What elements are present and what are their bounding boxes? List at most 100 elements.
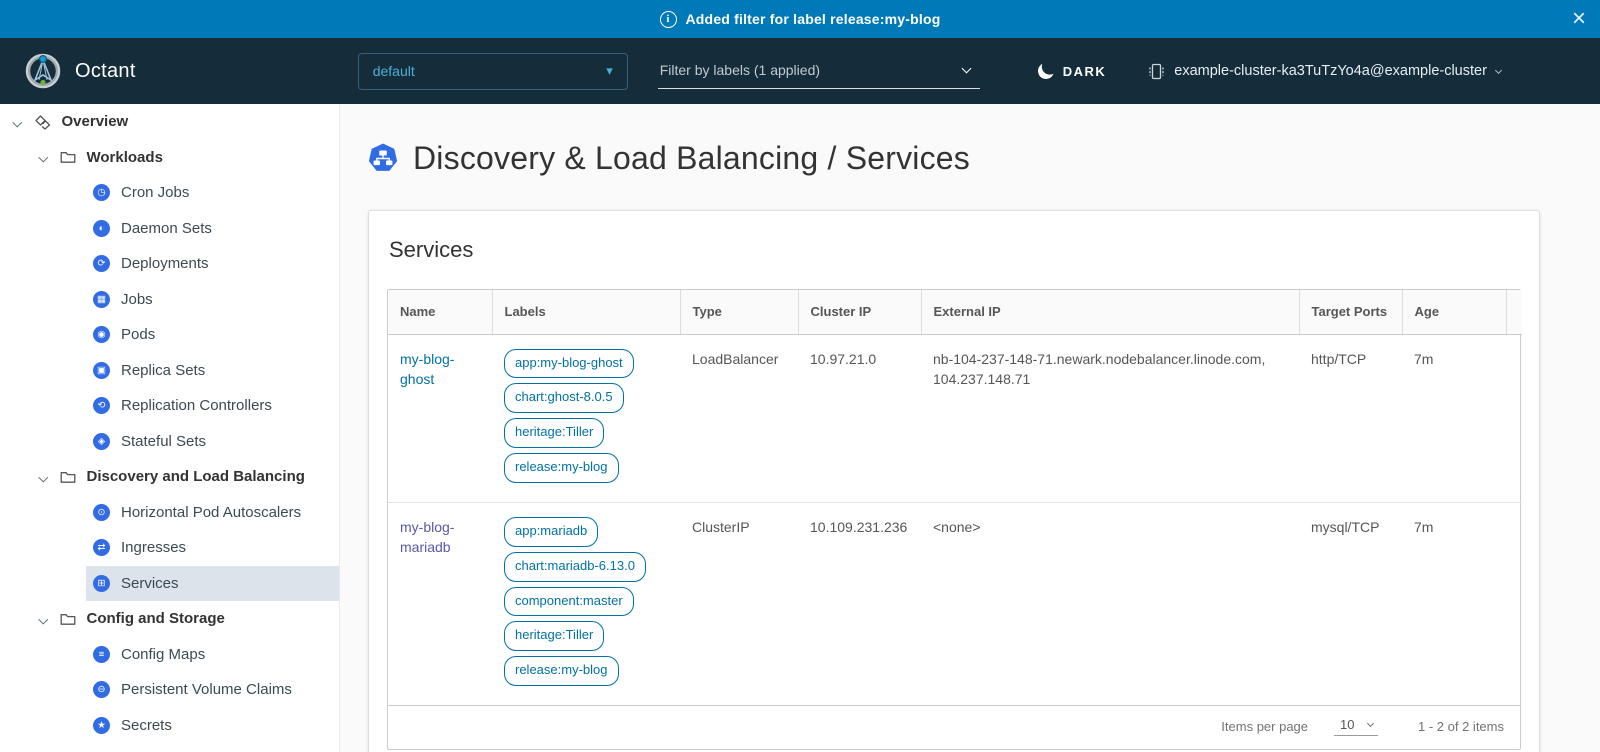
label-pill[interactable]: release:my-blog bbox=[504, 656, 619, 686]
label-filter-text: Filter by labels (1 applied) bbox=[660, 62, 820, 78]
daemon-sets-icon: ◐ bbox=[93, 220, 110, 237]
folder-icon bbox=[60, 612, 76, 626]
label-pill[interactable]: component:master bbox=[504, 587, 634, 617]
namespace-dropdown[interactable]: default ▾ bbox=[358, 53, 628, 90]
items-per-page-value: 10 bbox=[1340, 717, 1354, 732]
sidebar-item-replication-controllers[interactable]: ⟲Replication Controllers bbox=[86, 388, 339, 424]
sidebar-item-overview[interactable]: Overview bbox=[0, 104, 339, 140]
sidebar-item-horizontal-pod-autoscalers[interactable]: ⊙ Horizontal Pod Autoscalers bbox=[86, 495, 339, 531]
stateful-sets-icon: ◈ bbox=[93, 433, 110, 450]
horizontal-pod-autoscalers-icon: ⊙ bbox=[93, 504, 110, 521]
chevron-down-icon bbox=[1367, 720, 1374, 727]
table-row: my-blog-ghost app:my-blog-ghost chart:ghos… bbox=[388, 334, 1522, 502]
sidebar-item-replica-sets[interactable]: ▣ Replica Sets bbox=[86, 353, 339, 389]
service-name-link[interactable]: my-blog-mariadb bbox=[400, 519, 454, 555]
label-filter-dropdown[interactable]: Filter by labels (1 applied) bbox=[658, 54, 980, 89]
card-title: Services bbox=[389, 237, 1521, 263]
label-pill[interactable]: release:my-blog bbox=[504, 453, 619, 483]
label-pill-row: release:my-blog bbox=[504, 453, 668, 483]
alert-text: Added filter for label release:my-blog bbox=[686, 11, 941, 27]
chevron-down-icon[interactable] bbox=[13, 117, 22, 126]
chevron-down-icon[interactable] bbox=[39, 153, 48, 162]
theme-toggle-button[interactable]: DARK bbox=[1038, 63, 1107, 79]
cell-age: 7m bbox=[1402, 334, 1506, 502]
app-title: Octant bbox=[75, 60, 136, 83]
cell-target-ports: mysql/TCP bbox=[1299, 502, 1402, 705]
cell-name: my-blog-mariadb bbox=[388, 502, 492, 705]
label-pill[interactable]: heritage:Tiller bbox=[504, 418, 604, 448]
theme-toggle-label: DARK bbox=[1063, 64, 1107, 79]
sidebar-item-label: Replica Sets bbox=[121, 362, 205, 379]
column-header-cluster-ip: Cluster IP bbox=[798, 290, 921, 334]
sidebar-item-ingresses[interactable]: ⇄Ingresses bbox=[86, 530, 339, 566]
table-header-row: NameLabelsTypeCluster IPExternal IPTarge… bbox=[388, 290, 1522, 334]
sidebar-item-label: Daemon Sets bbox=[121, 220, 212, 237]
column-header-target-ports: Target Ports bbox=[1299, 290, 1402, 334]
service-name-link[interactable]: my-blog-ghost bbox=[400, 351, 454, 387]
folder-icon bbox=[60, 150, 76, 164]
label-pill[interactable]: heritage:Tiller bbox=[504, 621, 604, 651]
sidebar-item-config-and-storage[interactable]: Config and Storage bbox=[0, 601, 339, 637]
sidebar-item-cron-jobs[interactable]: ◷Cron Jobs bbox=[86, 175, 339, 211]
sidebar-item-discovery-and-load-balancing[interactable]: Discovery and Load Balancing bbox=[0, 459, 339, 495]
pods-icon: ◉ bbox=[93, 326, 110, 343]
label-pill-row: chart:ghost-8.0.5 bbox=[504, 383, 668, 413]
sidebar-item-label: Stateful Sets bbox=[121, 433, 206, 450]
label-pill-row: heritage:Tiller bbox=[504, 418, 668, 448]
cell-labels: app:mariadb chart:mariadb-6.13.0 component… bbox=[492, 502, 680, 705]
cluster-selector[interactable]: example-cluster-ka3TuTzYo4a@example-clus… bbox=[1148, 63, 1501, 80]
table-row: my-blog-mariadb app:mariadb chart:mariadb-… bbox=[388, 502, 1522, 705]
chevron-down-icon[interactable] bbox=[39, 472, 48, 481]
close-icon[interactable]: × bbox=[1572, 7, 1586, 31]
cell-cluster-ip: 10.97.21.0 bbox=[798, 334, 921, 502]
sidebar-item-stateful-sets[interactable]: ◈ Stateful Sets bbox=[86, 424, 339, 460]
label-pill-row: app:mariadb bbox=[504, 517, 668, 547]
sidebar-item-label: Config and Storage bbox=[87, 610, 225, 627]
folder-icon bbox=[60, 470, 76, 484]
sidebar-item-daemon-sets[interactable]: ◐ Daemon Sets bbox=[86, 211, 339, 247]
cell-name: my-blog-ghost bbox=[388, 334, 492, 502]
label-pill-row: chart:mariadb-6.13.0 bbox=[504, 552, 668, 582]
label-pill-row: heritage:Tiller bbox=[504, 621, 668, 651]
sidebar-item-jobs[interactable]: ▦Jobs bbox=[86, 282, 339, 318]
sidebar-item-label: Workloads bbox=[87, 149, 163, 166]
sidebar-item-label: Horizontal Pod Autoscalers bbox=[121, 504, 301, 521]
cell-target-ports: http/TCP bbox=[1299, 334, 1402, 502]
table-body: my-blog-ghost app:my-blog-ghost chart:ghos… bbox=[388, 334, 1522, 705]
label-pill[interactable]: chart:mariadb-6.13.0 bbox=[504, 552, 646, 582]
column-header-external-ip: External IP bbox=[921, 290, 1299, 334]
caret-down-icon: ▾ bbox=[606, 63, 613, 79]
sidebar-item-pods[interactable]: ◉ Pods bbox=[86, 317, 339, 353]
column-header-labels: Labels bbox=[492, 290, 680, 334]
cell-age: 7m bbox=[1402, 502, 1506, 705]
sidebar-item-secrets[interactable]: ★Secrets bbox=[86, 708, 339, 744]
sidebar-item-label: Discovery and Load Balancing bbox=[87, 468, 305, 485]
cell-external-ip: nb-104-237-148-71.newark.nodebalancer.li… bbox=[921, 334, 1299, 502]
sidebar-item-persistent-volume-claims[interactable]: ⊖Persistent Volume Claims bbox=[86, 672, 339, 708]
sidebar-item-workloads[interactable]: Workloads bbox=[0, 140, 339, 176]
label-pill[interactable]: app:my-blog-ghost bbox=[504, 349, 634, 379]
cell-external-ip: <none> bbox=[921, 502, 1299, 705]
octant-logo-icon bbox=[24, 52, 62, 90]
sidebar-item-label: Overview bbox=[62, 113, 129, 130]
replica-sets-icon: ▣ bbox=[93, 362, 110, 379]
label-pill[interactable]: chart:ghost-8.0.5 bbox=[504, 383, 624, 413]
main-content: Discovery & Load Balancing / Services Se… bbox=[340, 104, 1600, 752]
chevron-down-icon[interactable] bbox=[39, 614, 48, 623]
items-per-page-label: Items per page bbox=[1221, 719, 1308, 734]
services-table: NameLabelsTypeCluster IPExternal IPTarge… bbox=[387, 289, 1521, 750]
sidebar-item-config-maps[interactable]: ≡Config Maps bbox=[86, 637, 339, 673]
alert-message: i Added filter for label release:my-blog bbox=[660, 11, 941, 28]
sidebar-item-services[interactable]: ⊞Services bbox=[86, 566, 339, 602]
sidebar-nav: Overview Workloads ◷Cron Jobs ◐ Daemon Sets ⟳… bbox=[0, 104, 340, 752]
services-card: Services NameLabelsTypeCluster IPExterna… bbox=[368, 210, 1540, 752]
sidebar-item-deployments[interactable]: ⟳Deployments bbox=[86, 246, 339, 282]
cell-spacer bbox=[1506, 502, 1522, 705]
namespace-value: default bbox=[373, 63, 415, 79]
items-per-page-select[interactable]: 10 bbox=[1334, 717, 1378, 736]
cell-type: LoadBalancer bbox=[680, 334, 798, 502]
sidebar-item-label: Pods bbox=[121, 326, 155, 343]
alert-bar: i Added filter for label release:my-blog… bbox=[0, 0, 1600, 38]
table-footer: Items per page 10 1 - 2 of 2 items bbox=[388, 705, 1520, 749]
label-pill[interactable]: app:mariadb bbox=[504, 517, 598, 547]
